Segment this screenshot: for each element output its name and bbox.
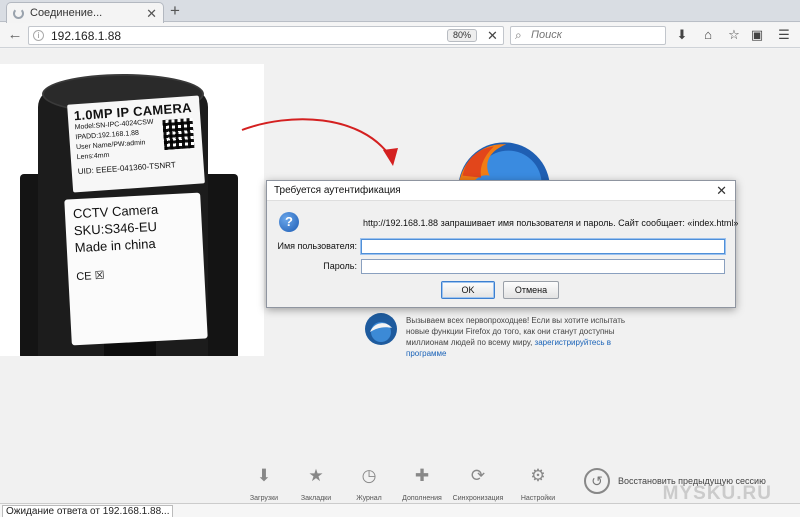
tool-downloads[interactable]: ⬇ Загрузки — [238, 466, 290, 503]
zoom-indicator[interactable]: 80% — [447, 29, 478, 42]
red-arrow-annotation — [241, 118, 398, 166]
tool-label: Журнал — [356, 495, 382, 502]
auth-dialog: Требуется аутентификация ✕ ? http://192.… — [266, 180, 739, 308]
tool-sync[interactable]: ⟳ Синхронизация — [452, 466, 504, 503]
tool-settings[interactable]: ⚙ Настройки — [512, 466, 564, 503]
tab-strip: Соединение... ✕ + — [0, 0, 800, 23]
site-info-icon[interactable]: i — [33, 30, 44, 41]
watermark: MYSKU.RU — [662, 483, 772, 504]
restore-icon: ↺ — [584, 468, 610, 494]
dialog-titlebar: Требуется аутентификация ✕ — [267, 181, 735, 201]
dialog-close-icon[interactable]: ✕ — [716, 183, 727, 199]
status-text: Ожидание ответа от 192.168.1.88... — [2, 505, 174, 517]
tab-close-icon[interactable]: ✕ — [146, 7, 157, 20]
tool-label: Синхронизация — [452, 495, 504, 502]
new-tab-button[interactable]: + — [170, 2, 180, 20]
tool-bookmarks[interactable]: ★ Закладки — [290, 466, 342, 503]
username-field[interactable] — [361, 239, 725, 254]
question-icon: ? — [279, 212, 299, 232]
sync-icon: ⟳ — [470, 466, 486, 485]
tool-addons[interactable]: ✚ Дополнения — [396, 466, 448, 503]
tool-label: Закладки — [300, 495, 332, 502]
qr-code-icon — [162, 118, 195, 151]
download-icon[interactable]: ⬇ — [673, 26, 691, 44]
status-bar: Ожидание ответа от 192.168.1.88... — [0, 503, 800, 517]
camera-label-product: CCTV Camera SKU:S346-EU Made in china CE… — [64, 192, 208, 346]
back-button[interactable]: ← — [6, 26, 24, 44]
tool-label: Загрузки — [249, 495, 279, 502]
username-label: Имя пользователя: — [277, 241, 357, 251]
loading-spinner-icon — [13, 7, 24, 19]
tab-active[interactable]: Соединение... ✕ — [6, 2, 164, 23]
reading-list-icon[interactable]: ▣ — [748, 26, 766, 44]
tab-title: Соединение... — [30, 7, 103, 19]
password-label: Пароль: — [323, 261, 357, 271]
menu-icon[interactable]: ☰ — [775, 26, 793, 44]
firefox-beta-mascot-icon — [365, 313, 397, 345]
puzzle-icon: ✚ — [414, 466, 430, 485]
search-bar[interactable]: ⌕ — [510, 26, 666, 45]
promo-text: Вызываем всех первопроходцев! Если вы хо… — [406, 315, 646, 359]
stop-loading-icon[interactable]: ✕ — [487, 28, 498, 44]
tool-history[interactable]: ◷ Журнал — [343, 466, 395, 503]
bookmark-star-icon[interactable]: ☆ — [725, 26, 743, 44]
gear-icon: ⚙ — [530, 466, 546, 485]
password-field[interactable] — [361, 259, 725, 274]
url-text[interactable]: 192.168.1.88 — [51, 29, 121, 43]
download-icon: ⬇ — [256, 466, 272, 485]
search-input[interactable] — [531, 29, 661, 41]
url-bar[interactable]: i 192.168.1.88 80% ✕ — [28, 26, 504, 45]
dialog-title: Требуется аутентификация — [274, 185, 401, 196]
certification-marks: CE ☒ — [76, 269, 105, 284]
tool-label: Дополнения — [402, 495, 442, 502]
clock-icon: ◷ — [361, 466, 377, 485]
navigation-bar: ← i 192.168.1.88 80% ✕ ⌕ ⬇ ⌂ ☆ ▣ ☰ — [0, 23, 800, 48]
star-icon: ★ — [308, 466, 324, 485]
dialog-message: http://192.168.1.88 запрашивает имя поль… — [363, 218, 739, 228]
tool-label: Настройки — [520, 495, 556, 502]
cancel-button[interactable]: Отмена — [503, 281, 559, 299]
ok-button[interactable]: OK — [441, 281, 495, 299]
camera-photo: 1.0MP IP CAMERA Model:SN-IPC-4024CSW IPA… — [0, 64, 264, 356]
search-icon: ⌕ — [515, 28, 522, 42]
camera-label-spec: 1.0MP IP CAMERA Model:SN-IPC-4024CSW IPA… — [67, 95, 205, 193]
home-icon[interactable]: ⌂ — [699, 26, 717, 44]
